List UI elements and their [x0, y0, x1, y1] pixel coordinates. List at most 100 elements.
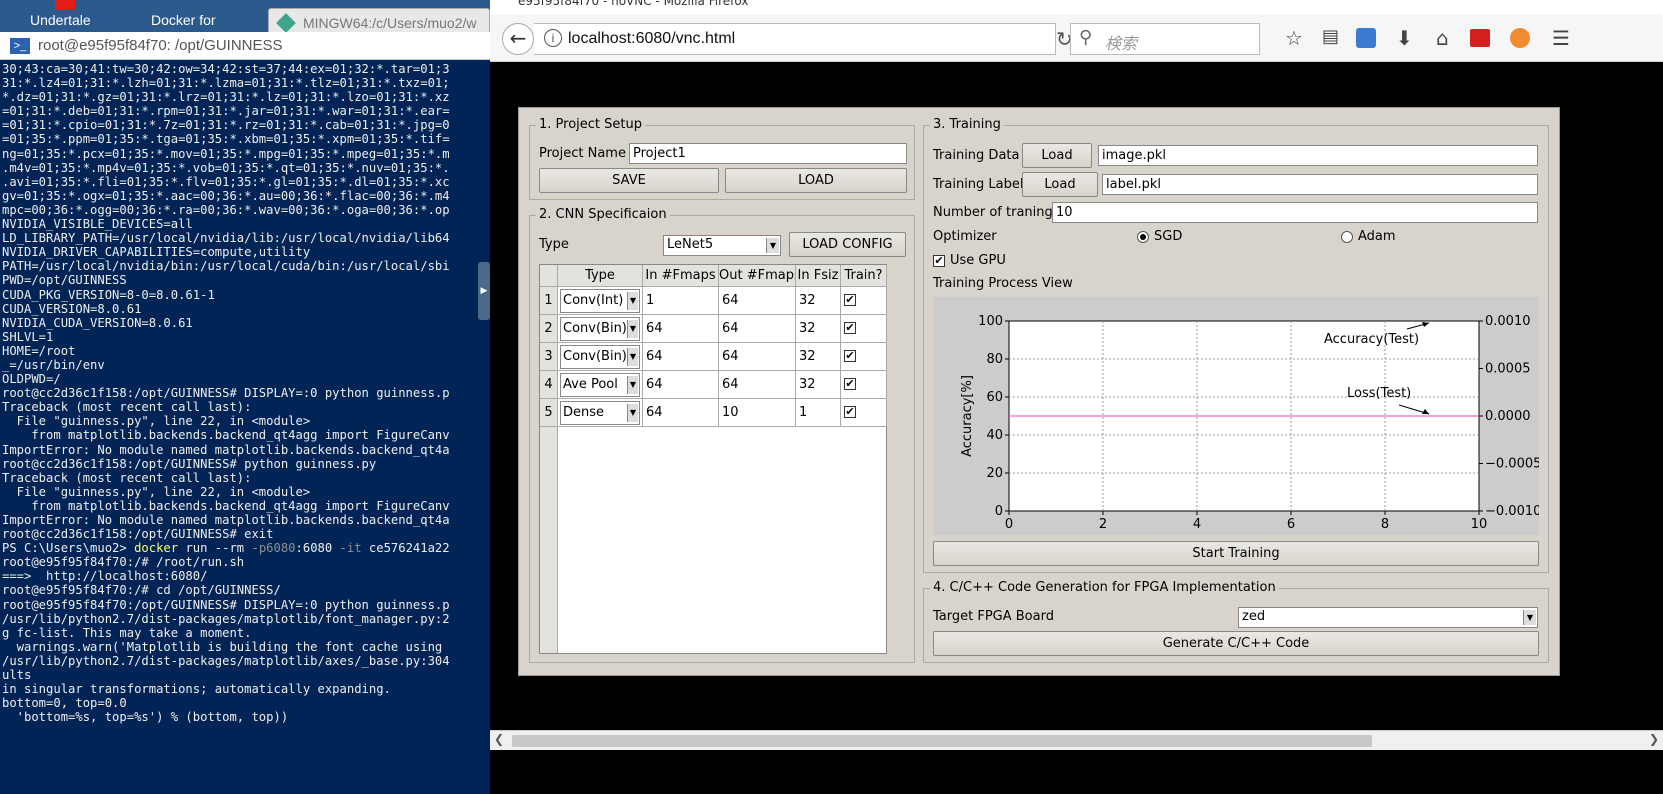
terminal-line: mpc=00;36:*.ogg=00;36:*.ra=00;36:*.wav=0…	[2, 202, 450, 217]
table-cell-out-fmaps[interactable]: 64	[719, 371, 796, 399]
download-icon[interactable]: ⬇	[1396, 26, 1413, 50]
load-config-button[interactable]: LOAD CONFIG	[789, 232, 906, 257]
docker-arg-it: -it	[339, 541, 362, 556]
desktop-icon-docker-label[interactable]: Docker for	[151, 12, 216, 28]
table-cell-in-fmaps[interactable]: 64	[643, 371, 719, 399]
table-cell-out-fmaps[interactable]: 64	[719, 343, 796, 371]
y2-tick-label: −0.0010	[1485, 504, 1539, 519]
save-button[interactable]: SAVE	[539, 168, 719, 193]
row-index[interactable]: 5	[540, 399, 558, 427]
terminal-line: /usr/lib/python2.7/dist-packages/matplot…	[2, 653, 450, 668]
firefox-account-icon[interactable]	[1510, 28, 1530, 48]
scroll-right-icon[interactable]: ❯	[1649, 732, 1659, 746]
generate-code-button[interactable]: Generate C/C++ Code	[933, 631, 1539, 656]
desktop-icon-undertale-label[interactable]: Undertale	[30, 12, 91, 28]
train-checkbox[interactable]: ✔	[844, 378, 856, 390]
mingw-tab-label: MINGW64:/c/Users/muo2/w	[303, 15, 477, 31]
col-header-train[interactable]: Train?	[841, 265, 887, 287]
table-cell-in-fsiz[interactable]: 1	[796, 399, 841, 427]
row-index[interactable]: 2	[540, 315, 558, 343]
optimizer-label: Optimizer	[933, 229, 997, 244]
cnn-type-select[interactable]: LeNet5 ▼	[663, 235, 781, 256]
layer-type-select[interactable]: Conv(Int) ▼	[560, 289, 640, 313]
optimizer-adam-label[interactable]: Adam	[1358, 229, 1396, 244]
reading-list-icon[interactable]: ▤	[1322, 26, 1339, 47]
train-checkbox[interactable]: ✔	[844, 322, 856, 334]
layer-type-select[interactable]: Ave Pool ▼	[560, 373, 640, 397]
terminal-line: File "guinness.py", line 22, in <module>	[2, 484, 311, 499]
col-header-type[interactable]: Type	[558, 265, 643, 287]
table-cell-out-fmaps[interactable]: 10	[719, 399, 796, 427]
table-cell-in-fmaps[interactable]: 1	[643, 287, 719, 315]
terminal-line: root@e95f95f84f70:/opt/GUINNESS# DISPLAY…	[2, 597, 450, 612]
info-icon[interactable]: i	[544, 29, 562, 47]
table-cell-in-fmaps[interactable]: 64	[643, 399, 719, 427]
y2-tick-label: −0.0005	[1485, 457, 1539, 472]
training-label-load-button[interactable]: Load	[1022, 172, 1098, 197]
back-button[interactable]: ←	[502, 23, 534, 55]
training-label-input[interactable]: label.pkl	[1102, 174, 1538, 195]
row-index[interactable]: 1	[540, 287, 558, 315]
start-training-button[interactable]: Start Training	[933, 541, 1539, 566]
training-label-label: Training Label	[933, 177, 1024, 192]
layer-type-select[interactable]: Conv(Bin) ▼	[560, 317, 640, 341]
layer-type-select[interactable]: Conv(Bin) ▼	[560, 345, 640, 369]
url-text: localhost:6080/vnc.html	[568, 30, 736, 47]
horizontal-scrollbar[interactable]: ❮ ❯	[490, 730, 1663, 750]
annotation-accuracy: Accuracy(Test)	[1324, 332, 1419, 347]
cnn-layer-table[interactable]: Type In #Fmaps Out #Fmaps In Fsiz Train?…	[539, 264, 887, 654]
train-checkbox[interactable]: ✔	[844, 350, 856, 362]
search-input[interactable]: ⚲ 検索	[1070, 23, 1260, 55]
train-checkbox[interactable]: ✔	[844, 406, 856, 418]
powershell-window[interactable]: >_ root@e95f95f84f70: /opt/GUINNESS 30;4…	[0, 32, 490, 794]
optimizer-sgd-label[interactable]: SGD	[1154, 229, 1182, 244]
novnc-control-bar-handle[interactable]: ▶	[478, 262, 490, 320]
terminal-output[interactable]: 30;43:ca=30;41:tw=30;42:ow=34;42:st=37;4…	[0, 60, 490, 790]
x-tick-label: 8	[1381, 517, 1389, 532]
scrollbar-thumb[interactable]	[512, 735, 1372, 747]
training-data-load-button[interactable]: Load	[1022, 143, 1092, 168]
pocket-icon[interactable]	[1356, 28, 1376, 48]
col-header-out-fmaps[interactable]: Out #Fmaps	[719, 265, 796, 287]
terminal-line: ng=01;35:*.pcx=01;35:*.mov=01;35:*.mpg=0…	[2, 146, 450, 161]
fpga-board-select[interactable]: zed ▼	[1238, 607, 1538, 628]
chevron-down-icon: ▼	[766, 238, 779, 253]
optimizer-sgd-radio[interactable]	[1137, 231, 1149, 243]
use-gpu-label[interactable]: Use GPU	[950, 253, 1006, 268]
optimizer-adam-radio[interactable]	[1341, 231, 1353, 243]
table-cell-out-fmaps[interactable]: 64	[719, 315, 796, 343]
table-cell-in-fsiz[interactable]: 32	[796, 371, 841, 399]
row-index[interactable]: 4	[540, 371, 558, 399]
url-bar[interactable]: i localhost:6080/vnc.html ↻	[534, 23, 1073, 55]
menu-icon[interactable]: ☰	[1552, 26, 1570, 50]
use-gpu-checkbox[interactable]: ✔	[933, 255, 945, 267]
bookmark-star-icon[interactable]: ☆	[1285, 26, 1303, 50]
undertale-icon[interactable]	[55, 0, 75, 10]
train-checkbox[interactable]: ✔	[844, 294, 856, 306]
num-training-input[interactable]: 10	[1052, 202, 1538, 223]
table-cell-in-fsiz[interactable]: 32	[796, 343, 841, 371]
layer-type-select[interactable]: Dense ▼	[560, 401, 640, 425]
training-data-input[interactable]: image.pkl	[1098, 145, 1538, 166]
table-cell-train: ✔	[841, 399, 887, 427]
num-training-label: Number of traning	[933, 205, 1053, 220]
scroll-left-icon[interactable]: ❮	[494, 732, 504, 746]
terminal-line: ults	[2, 668, 32, 683]
col-header-in-fsiz[interactable]: In Fsiz	[796, 265, 841, 287]
powershell-title: root@e95f95f84f70: /opt/GUINNESS	[38, 37, 283, 54]
table-cell-in-fsiz[interactable]: 32	[796, 287, 841, 315]
home-icon[interactable]: ⌂	[1436, 26, 1449, 50]
table-cell-in-fmaps[interactable]: 64	[643, 343, 719, 371]
firefox-titlebar[interactable]: e95f95f84f70 - noVNC - Mozilla Firefox	[490, 0, 1663, 14]
addon-red-icon[interactable]	[1470, 29, 1490, 47]
powershell-titlebar[interactable]: >_ root@e95f95f84f70: /opt/GUINNESS	[0, 32, 490, 60]
col-header-in-fmaps[interactable]: In #Fmaps	[643, 265, 719, 287]
y-tick-label: 80	[986, 352, 1003, 367]
table-cell-in-fsiz[interactable]: 32	[796, 315, 841, 343]
row-index[interactable]: 3	[540, 343, 558, 371]
table-cell-in-fmaps[interactable]: 64	[643, 315, 719, 343]
project-name-input[interactable]: Project1	[629, 143, 907, 164]
table-cell-out-fmaps[interactable]: 64	[719, 287, 796, 315]
x-tick-label: 2	[1099, 517, 1107, 532]
load-button[interactable]: LOAD	[725, 168, 907, 193]
